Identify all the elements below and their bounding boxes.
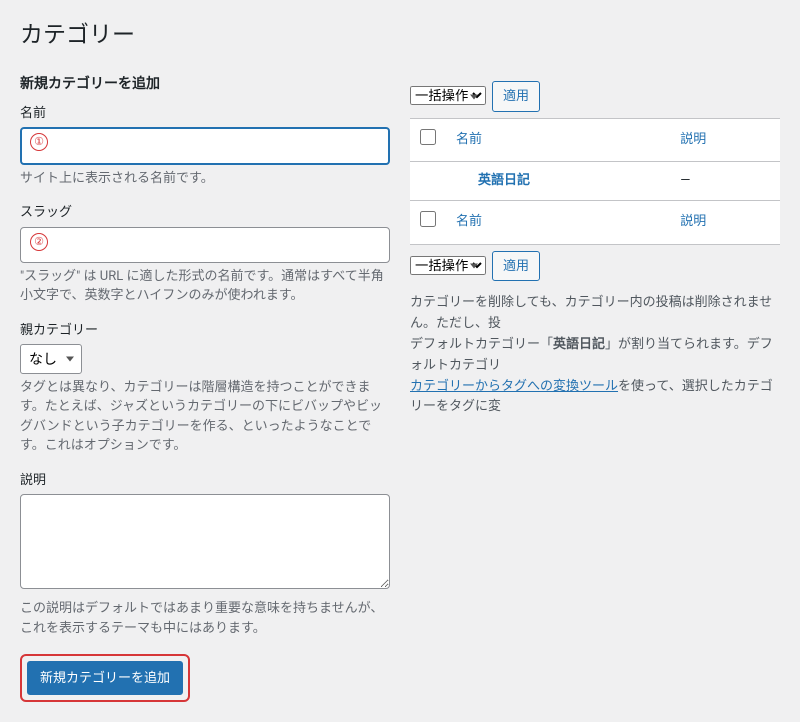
name-help: サイト上に表示される名前です。 bbox=[20, 169, 390, 189]
row-description: — bbox=[670, 162, 780, 201]
col-description-header[interactable]: 説明 bbox=[670, 118, 780, 161]
description-textarea[interactable] bbox=[20, 494, 390, 589]
description-label: 説明 bbox=[20, 472, 390, 490]
col-name-header[interactable]: 名前 bbox=[446, 118, 670, 161]
parent-select[interactable]: なし bbox=[20, 344, 82, 374]
select-all-top[interactable] bbox=[420, 129, 436, 145]
bulk-action-select-top[interactable]: 一括操作 bbox=[410, 86, 486, 105]
category-list-panel: 一括操作 適用 名前 説明 英語日記 — bbox=[410, 75, 780, 702]
row-name[interactable]: 英語日記 bbox=[446, 162, 670, 201]
col-name-footer[interactable]: 名前 bbox=[446, 201, 670, 244]
table-row: 英語日記 — bbox=[410, 162, 780, 201]
col-description-footer[interactable]: 説明 bbox=[670, 201, 780, 244]
parent-help: タグとは異なり、カテゴリーは階層構造を持つことができます。たとえば、ジャズという… bbox=[20, 378, 390, 456]
name-label: 名前 bbox=[20, 105, 390, 123]
add-category-form: 新規カテゴリーを追加 名前 ① サイト上に表示される名前です。 スラッグ ② "… bbox=[20, 75, 390, 702]
form-heading: 新規カテゴリーを追加 bbox=[20, 75, 390, 95]
parent-label: 親カテゴリー bbox=[20, 322, 390, 340]
slug-input[interactable] bbox=[20, 227, 390, 263]
select-all-bottom[interactable] bbox=[420, 211, 436, 227]
slug-help: "スラッグ" は URL に適した形式の名前です。通常はすべて半角小文字で、英数… bbox=[20, 267, 390, 306]
converter-link[interactable]: カテゴリーからタグへの変換ツール bbox=[410, 379, 618, 394]
delete-note: カテゴリーを削除しても、カテゴリー内の投稿は削除されません。ただし、投 デフォル… bbox=[410, 293, 780, 418]
apply-button-bottom[interactable]: 適用 bbox=[492, 251, 540, 282]
add-category-button[interactable]: 新規カテゴリーを追加 bbox=[27, 661, 183, 695]
submit-highlight: 新規カテゴリーを追加 bbox=[20, 654, 190, 702]
page-title: カテゴリー bbox=[20, 10, 780, 55]
name-input[interactable] bbox=[20, 127, 390, 165]
apply-button-top[interactable]: 適用 bbox=[492, 81, 540, 112]
description-help: この説明はデフォルトではあまり重要な意味を持ちませんが、これを表示するテーマも中… bbox=[20, 599, 390, 638]
slug-label: スラッグ bbox=[20, 204, 390, 222]
category-table: 名前 説明 英語日記 — 名前 説明 bbox=[410, 118, 780, 245]
bulk-action-select-bottom[interactable]: 一括操作 bbox=[410, 256, 486, 275]
